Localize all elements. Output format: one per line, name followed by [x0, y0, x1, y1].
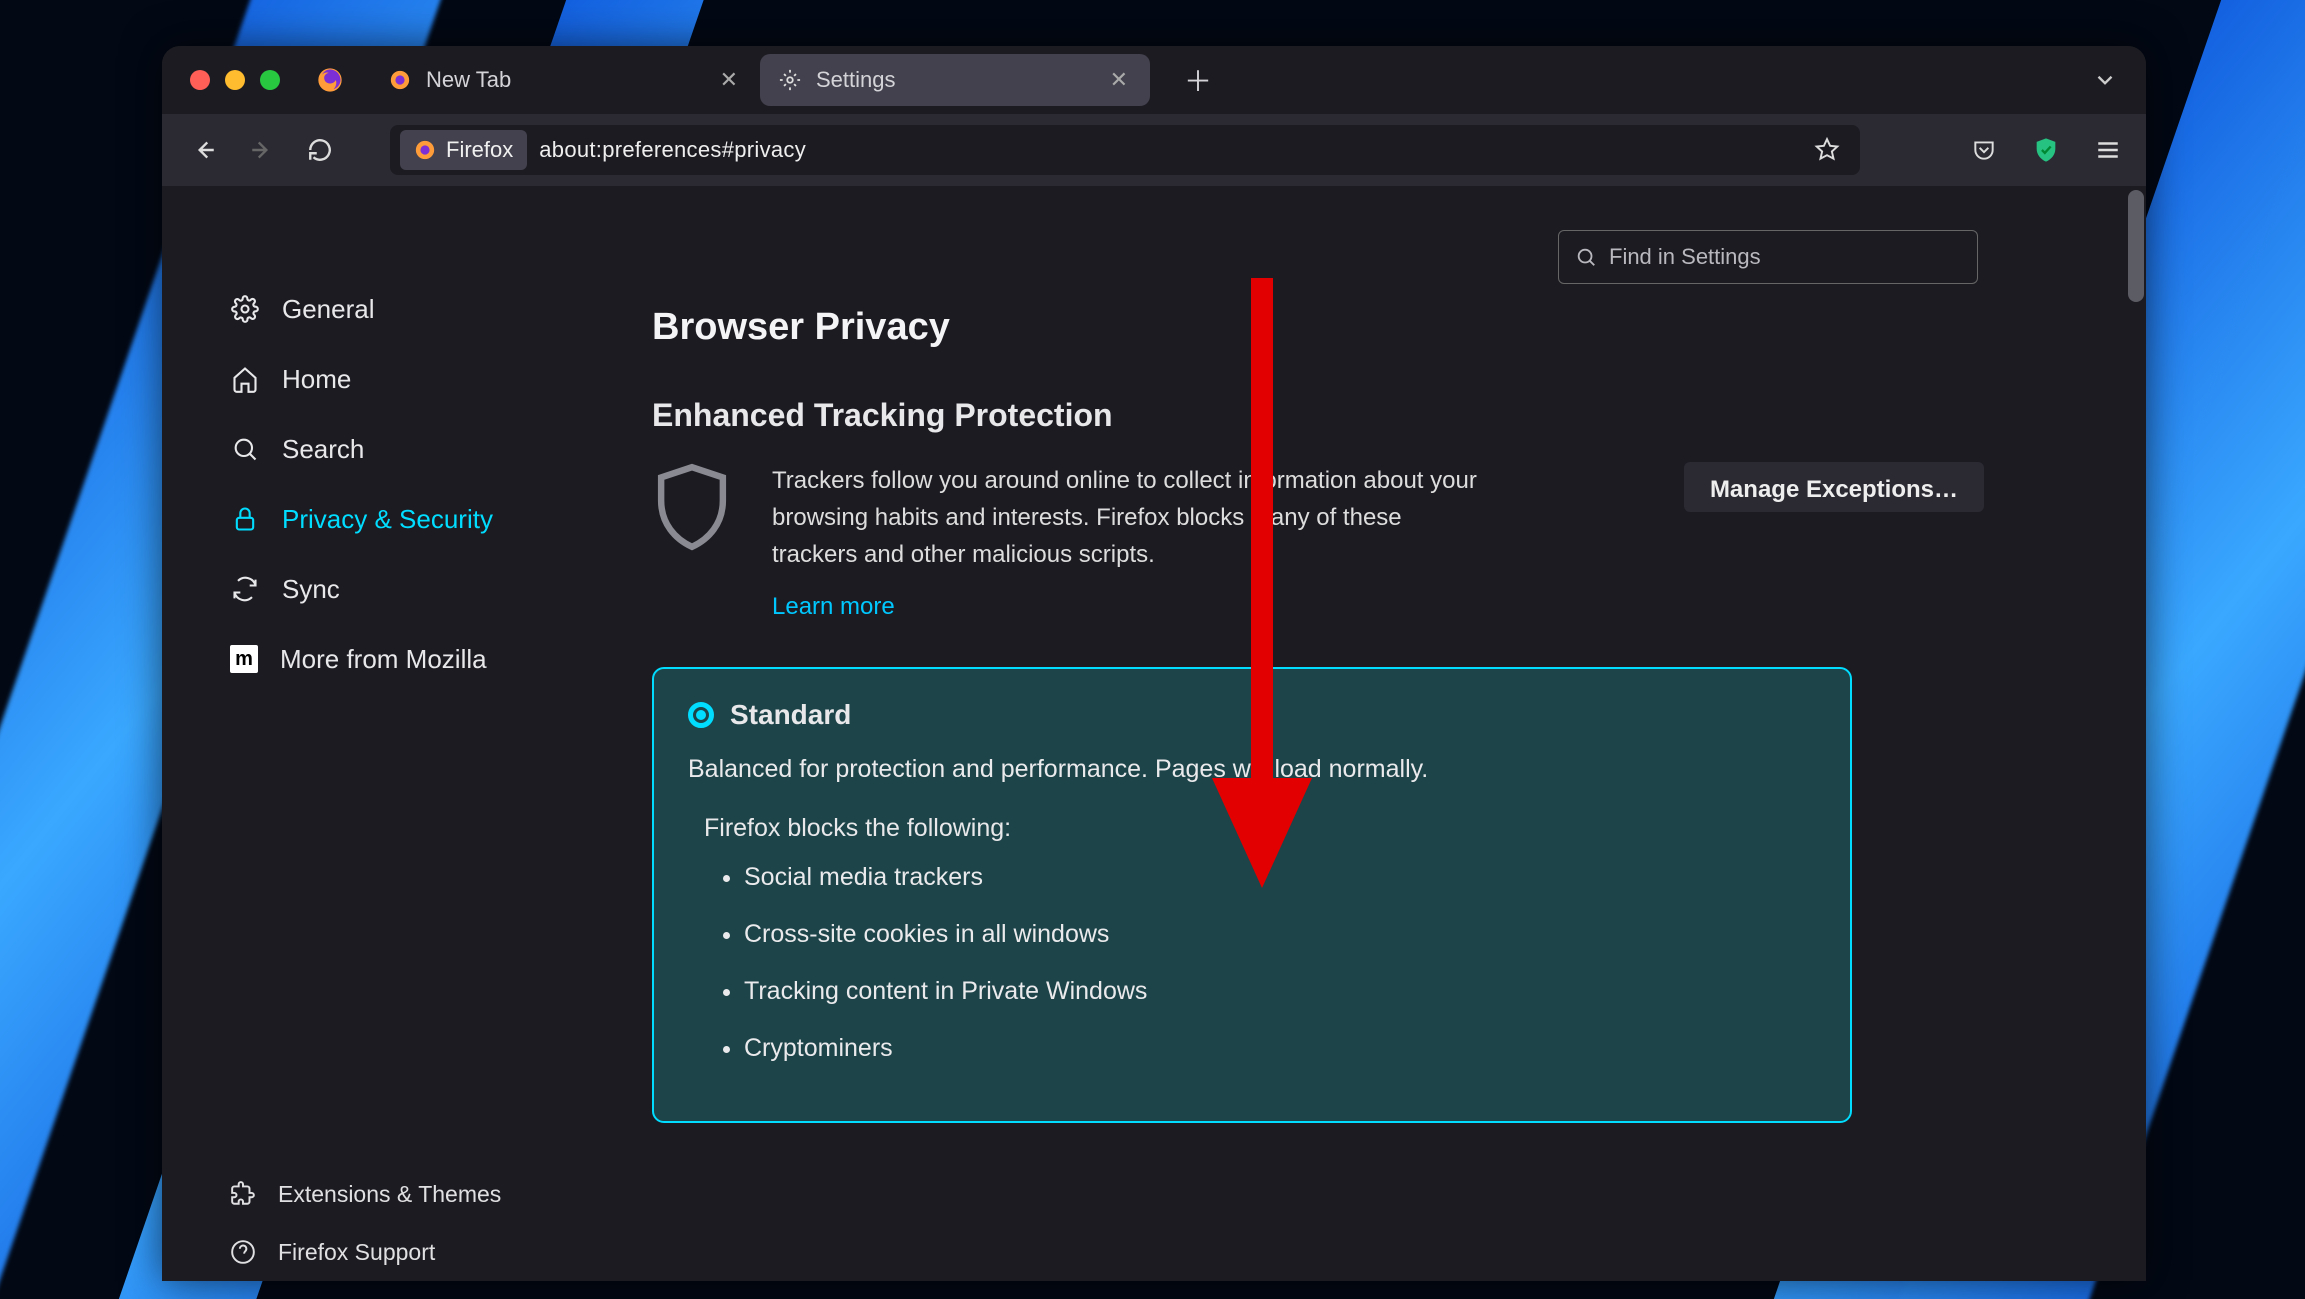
bookmark-star-icon[interactable] [1804, 131, 1850, 169]
sidebar-item-more-mozilla[interactable]: m More from Mozilla [162, 624, 652, 694]
back-button[interactable] [180, 126, 228, 174]
sidebar-item-label: Search [282, 434, 364, 465]
close-window-button[interactable] [190, 70, 210, 90]
app-menu-button[interactable] [2088, 130, 2128, 170]
blocks-list: Social media trackers Cross-site cookies… [744, 863, 1816, 1063]
manage-exceptions-button[interactable]: Manage Exceptions… [1684, 462, 1984, 512]
lock-icon [230, 504, 260, 534]
tab-settings[interactable]: Settings ✕ [760, 54, 1150, 106]
standard-label: Standard [730, 699, 851, 731]
blocks-heading: Firefox blocks the following: [704, 814, 1816, 843]
home-icon [230, 364, 260, 394]
etp-description-row: Trackers follow you around online to col… [652, 462, 1984, 625]
tabs-overflow-button[interactable] [2092, 67, 2118, 93]
maximize-window-button[interactable] [260, 70, 280, 90]
list-item: Social media trackers [744, 863, 1816, 892]
settings-search-input[interactable] [1609, 244, 1961, 270]
settings-sidebar: General Home Search Privacy & Security [162, 186, 652, 1281]
list-item: Tracking content in Private Windows [744, 977, 1816, 1006]
standard-protection-card[interactable]: Standard Balanced for protection and per… [652, 667, 1852, 1123]
sidebar-item-label: Firefox Support [278, 1239, 435, 1266]
sidebar-item-sync[interactable]: Sync [162, 554, 652, 624]
sidebar-item-label: Sync [282, 574, 340, 605]
gear-icon [230, 294, 260, 324]
list-item: Cross-site cookies in all windows [744, 920, 1816, 949]
close-tab-icon[interactable]: ✕ [716, 63, 742, 97]
gear-icon [778, 68, 802, 92]
scrollbar-thumb[interactable] [2128, 190, 2144, 302]
new-tab-button[interactable]: ＋ [1170, 52, 1226, 108]
reload-button[interactable] [296, 126, 344, 174]
vertical-scrollbar[interactable] [2128, 190, 2144, 1281]
url-text: about:preferences#privacy [539, 137, 806, 163]
firefox-favicon-icon [388, 68, 412, 92]
sidebar-item-label: Privacy & Security [282, 504, 493, 535]
identity-box[interactable]: Firefox [400, 130, 527, 170]
navigation-toolbar: Firefox about:preferences#privacy [162, 114, 2146, 186]
help-icon [230, 1239, 256, 1265]
settings-content: General Home Search Privacy & Security [162, 186, 2146, 1281]
forward-button[interactable] [238, 126, 286, 174]
standard-description: Balanced for protection and performance.… [688, 755, 1816, 784]
mozilla-icon: m [230, 645, 258, 673]
tab-new-tab[interactable]: New Tab ✕ [370, 54, 760, 106]
window-controls [190, 70, 280, 90]
firefox-app-icon [316, 66, 344, 94]
puzzle-icon [230, 1181, 256, 1207]
sidebar-item-privacy[interactable]: Privacy & Security [162, 484, 652, 554]
sidebar-item-extensions[interactable]: Extensions & Themes [162, 1165, 652, 1223]
sidebar-item-label: More from Mozilla [280, 644, 487, 675]
address-bar[interactable]: Firefox about:preferences#privacy [390, 125, 1860, 175]
sync-icon [230, 574, 260, 604]
search-icon [1575, 246, 1597, 268]
minimize-window-button[interactable] [225, 70, 245, 90]
sidebar-item-label: Extensions & Themes [278, 1181, 501, 1208]
tab-label: Settings [816, 67, 1092, 93]
settings-search-field[interactable] [1558, 230, 1978, 284]
shield-icon [652, 462, 732, 552]
sidebar-item-search[interactable]: Search [162, 414, 652, 484]
protection-shield-icon[interactable] [2026, 130, 2066, 170]
sidebar-item-support[interactable]: Firefox Support [162, 1223, 652, 1281]
list-item: Cryptominers [744, 1034, 1816, 1063]
close-tab-icon[interactable]: ✕ [1106, 63, 1132, 97]
sidebar-item-home[interactable]: Home [162, 344, 652, 414]
section-heading-etp: Enhanced Tracking Protection [652, 397, 1984, 434]
settings-main-pane: Browser Privacy Enhanced Tracking Protec… [652, 186, 2032, 1281]
sidebar-item-label: Home [282, 364, 351, 395]
learn-more-link[interactable]: Learn more [772, 588, 895, 625]
tab-strip: New Tab ✕ Settings ✕ ＋ [162, 46, 2146, 114]
browser-window: New Tab ✕ Settings ✕ ＋ Firefo [162, 46, 2146, 1281]
pocket-icon[interactable] [1964, 130, 2004, 170]
radio-selected-icon [688, 702, 714, 728]
search-icon [230, 434, 260, 464]
identity-label: Firefox [446, 137, 513, 163]
etp-description-text: Trackers follow you around online to col… [772, 467, 1477, 568]
sidebar-item-label: General [282, 294, 375, 325]
toolbar-right-group [1964, 130, 2128, 170]
standard-radio[interactable]: Standard [688, 699, 1816, 731]
page-title: Browser Privacy [652, 306, 1984, 349]
tab-label: New Tab [426, 67, 702, 93]
sidebar-item-general[interactable]: General [162, 274, 652, 344]
etp-description: Trackers follow you around online to col… [772, 462, 1492, 625]
